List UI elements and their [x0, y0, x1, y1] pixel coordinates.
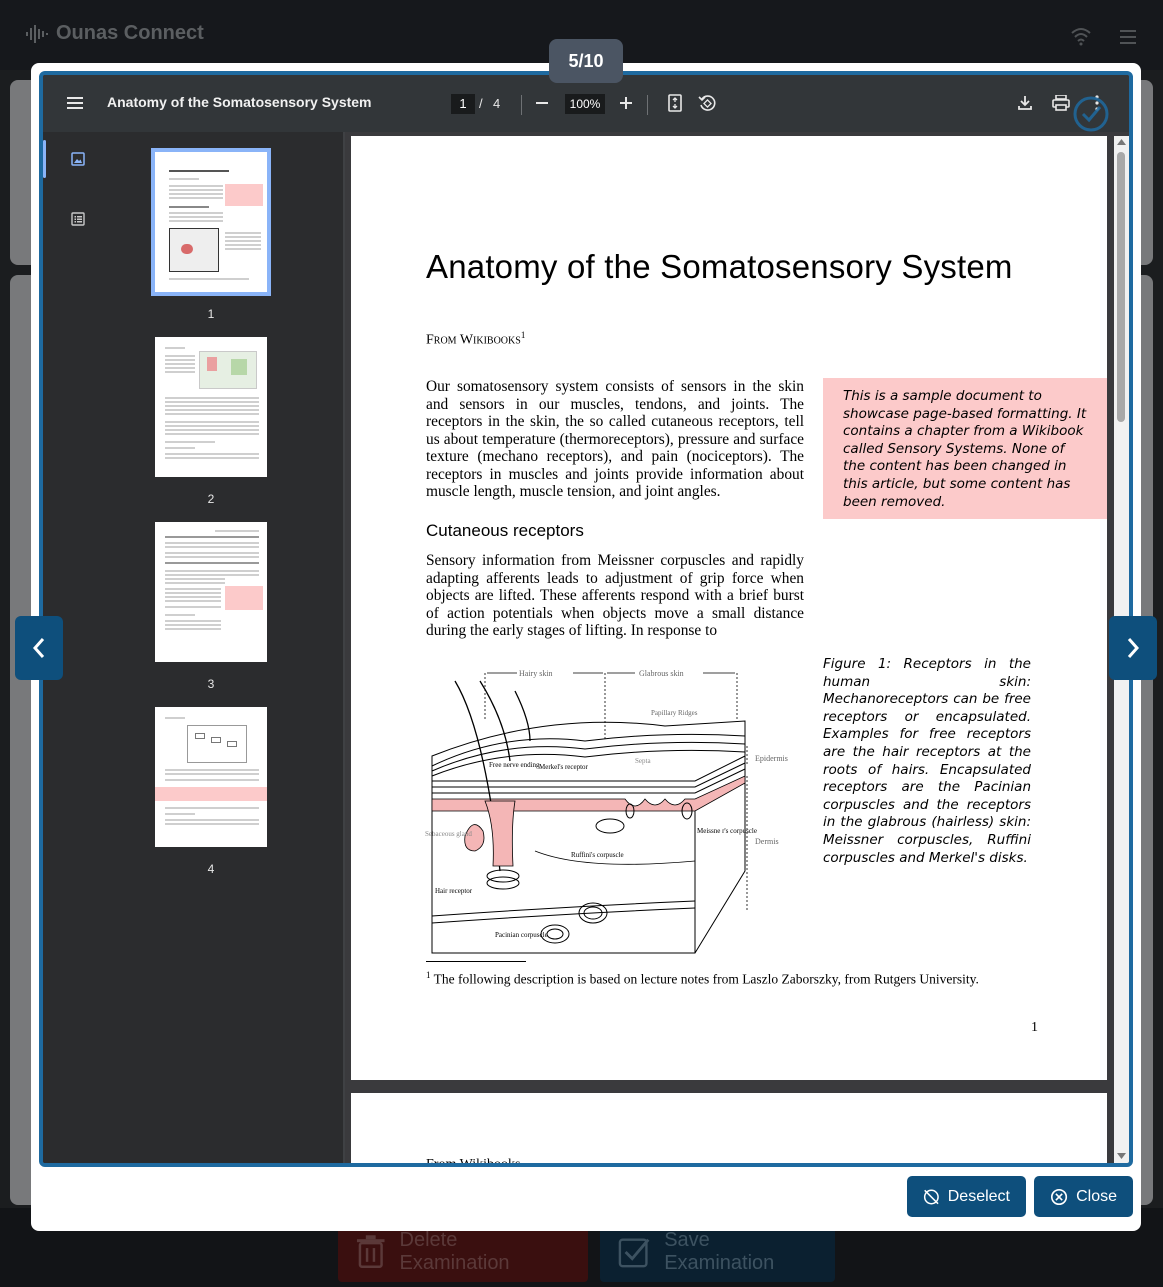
section-heading: Cutaneous receptors — [426, 521, 584, 540]
page-number: 1 — [1031, 1020, 1038, 1035]
figure-label-hair-receptor: Hair receptor — [435, 887, 473, 895]
page-thumbnail-3[interactable] — [155, 522, 267, 662]
minus-icon — [536, 102, 548, 104]
footnote-rule — [426, 961, 526, 962]
fit-page-icon — [668, 94, 682, 112]
footnote-marker: 1 — [520, 330, 526, 340]
figure-label-dermis: Dermis — [755, 837, 779, 846]
print-icon — [1052, 95, 1070, 111]
page-thumbnail-label: 2 — [207, 492, 215, 506]
document-page-1: Anatomy of the Somatosensory System From… — [351, 136, 1107, 1080]
zoom-level-input[interactable]: 100% — [565, 94, 605, 114]
download-icon — [1018, 96, 1032, 110]
doc-source-text: From Wikibooks — [426, 332, 521, 348]
doc-source: From Wikibooks1 — [426, 330, 525, 349]
rotate-button[interactable] — [696, 92, 718, 114]
page-thumbnail-4[interactable] — [155, 707, 267, 847]
figure-label-free-nerve-ending: Free nerve ending — [489, 761, 540, 769]
figure-label-papillary-ridges: Papillary Ridges — [651, 709, 698, 717]
toolbar-divider — [521, 95, 522, 115]
page-2-fragment: From Wikibooks — [426, 1157, 521, 1167]
close-circle-icon — [1050, 1188, 1068, 1205]
page-thumbnail-label: 1 — [207, 307, 215, 321]
next-item-button[interactable] — [1109, 616, 1157, 680]
scrollbar-thumb[interactable] — [1117, 152, 1125, 422]
outline-icon — [71, 212, 85, 226]
pdf-toolbar: Anatomy of the Somatosensory System 1 / … — [43, 75, 1129, 132]
toolbar-divider — [647, 95, 648, 115]
footnote: 1 The following description is based on … — [426, 970, 979, 988]
figure-label-merkels-receptor: Merkel's receptor — [539, 763, 589, 771]
sidebar-divider — [343, 132, 345, 1163]
close-button[interactable]: Close — [1034, 1176, 1133, 1217]
section-paragraph: Sensory information from Meissner corpus… — [426, 552, 804, 639]
figure-label-hairy-skin: Hairy skin — [519, 669, 553, 678]
thumbnail-icon — [71, 152, 85, 166]
chevron-right-icon — [1127, 638, 1140, 658]
outline-view-tab[interactable] — [63, 204, 93, 234]
skin-receptors-figure: Hairy skin Glabrous skin Papillary Ridge… — [425, 669, 788, 954]
chevron-left-icon — [32, 638, 45, 658]
document-title: Anatomy of the Somatosensory System — [107, 94, 372, 110]
rotate-icon — [698, 95, 716, 111]
page-thumbnail-label: 4 — [207, 862, 215, 876]
plus-icon — [620, 97, 632, 109]
page-thumbnail-1[interactable] — [151, 148, 271, 296]
download-button[interactable] — [1014, 92, 1036, 114]
footnote-text: The following description is based on le… — [433, 971, 979, 987]
pdf-viewer: Anatomy of the Somatosensory System 1 / … — [39, 71, 1133, 1167]
sample-note-box: This is a sample document to showcase pa… — [823, 378, 1107, 519]
page-total: 4 — [493, 96, 501, 111]
deselect-icon — [923, 1189, 939, 1204]
previous-item-button[interactable] — [15, 616, 63, 680]
item-counter: 5/10 — [549, 39, 623, 83]
figure-label-septa: Septa — [635, 757, 651, 765]
page-thumbnail-label: 3 — [207, 677, 215, 691]
thumbnail-view-tab[interactable] — [63, 144, 93, 174]
figure-label-glabrous-skin: Glabrous skin — [639, 669, 684, 678]
menu-icon[interactable] — [67, 96, 83, 110]
zoom-in-button[interactable] — [615, 92, 637, 114]
figure-label-meissners-corpuscle: Meissne r's corpuscle — [697, 827, 757, 835]
page-title: Anatomy of the Somatosensory System — [426, 248, 1013, 285]
deselect-label: Deselect — [947, 1187, 1010, 1205]
scroll-up-icon[interactable] — [1117, 139, 1126, 146]
page-number-input[interactable]: 1 — [451, 94, 475, 114]
figure-label-sebaceous-gland: Sebaceous gland — [425, 830, 472, 838]
figure-caption: Figure 1: Receptors in the human skin: M… — [823, 656, 1031, 866]
fit-page-button[interactable] — [664, 92, 686, 114]
thumbnail-sidebar: 1 2 3 4 — [43, 132, 343, 1163]
page-thumbnail-2[interactable] — [155, 337, 267, 477]
figure-label-epidermis: Epidermis — [755, 754, 788, 763]
print-button[interactable] — [1050, 92, 1072, 114]
document-page-2: From Wikibooks — [351, 1093, 1107, 1167]
zoom-out-button[interactable] — [531, 92, 553, 114]
active-tab-indicator — [43, 140, 46, 178]
check-circle-icon[interactable] — [1072, 95, 1110, 133]
close-label: Close — [1076, 1187, 1117, 1205]
footnote-number: 1 — [426, 970, 431, 980]
deselect-button[interactable]: Deselect — [907, 1176, 1026, 1217]
figure-label-ruffinis-corpuscle: Ruffini's corpuscle — [571, 851, 624, 859]
intro-paragraph: Our somatosensory system consists of sen… — [426, 378, 804, 500]
figure-label-pacinian-corpuscle: Pacinian corpuscle — [495, 931, 548, 939]
scroll-down-icon[interactable] — [1117, 1153, 1126, 1160]
page-separator: / — [479, 96, 483, 111]
